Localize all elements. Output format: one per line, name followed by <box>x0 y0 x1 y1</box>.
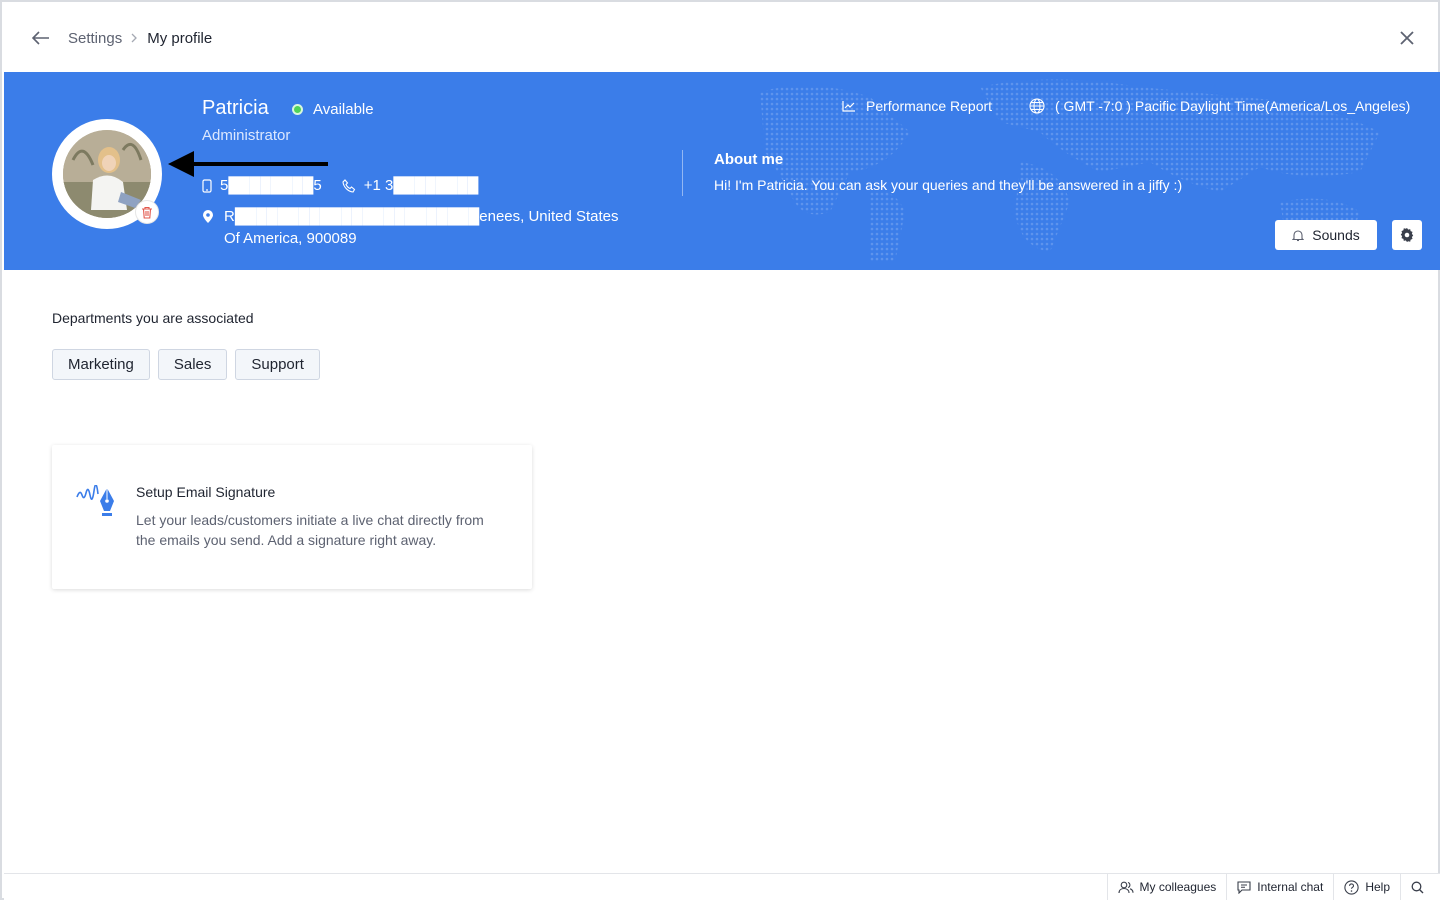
sounds-button[interactable]: Sounds <box>1275 220 1377 250</box>
card-title: Setup Email Signature <box>136 484 276 500</box>
department-chip-support[interactable]: Support <box>235 349 320 380</box>
mobile-value: 5████████5 <box>220 177 322 194</box>
signature-pen-icon <box>76 485 114 516</box>
chat-bubble-icon <box>1237 880 1251 894</box>
mobile-number: 5████████5 <box>202 177 322 194</box>
timezone-selector[interactable]: ( GMT -7:0 ) Pacific Daylight Time(Ameri… <box>1029 98 1410 114</box>
bell-icon <box>1292 229 1305 241</box>
phone-number: +1 3████████ <box>342 177 479 194</box>
contact-row: 5████████5 +1 3████████ <box>202 177 498 194</box>
card-description: Let your leads/customers initiate a live… <box>136 512 484 548</box>
globe-icon <box>1029 98 1045 114</box>
mobile-icon <box>202 178 212 193</box>
departments-list: Marketing Sales Support <box>52 349 328 380</box>
about-title: About me <box>714 151 784 168</box>
search-icon <box>1411 881 1424 893</box>
performance-report-label: Performance Report <box>866 98 993 114</box>
help-button[interactable]: Help <box>1333 874 1400 900</box>
internal-chat-label: Internal chat <box>1257 880 1324 894</box>
app-window: Settings My profile Patricia Available A… <box>0 0 1440 900</box>
search-button[interactable] <box>1400 874 1440 900</box>
breadcrumb-settings[interactable]: Settings <box>68 30 122 47</box>
chart-line-icon <box>842 101 855 112</box>
about-text: Hi! I'm Patricia. You can ask your queri… <box>714 177 1183 193</box>
location-pin-icon <box>203 210 213 223</box>
bottom-bar: My colleagues Internal chat Help <box>4 873 1440 900</box>
help-icon <box>1344 879 1359 895</box>
timezone-label: ( GMT -7:0 ) Pacific Daylight Time(Ameri… <box>1055 98 1411 114</box>
help-label: Help <box>1365 880 1390 894</box>
sounds-label: Sounds <box>1312 227 1360 243</box>
page-title: My profile <box>147 29 213 47</box>
phone-icon <box>342 178 355 193</box>
address: R███████████████████████enees, United St… <box>202 206 624 250</box>
back-arrow-icon[interactable] <box>30 27 52 49</box>
status-dot-icon <box>292 104 303 115</box>
my-colleagues-label: My colleagues <box>1139 880 1217 894</box>
performance-report-link[interactable]: Performance Report <box>842 98 992 114</box>
settings-gear-button[interactable] <box>1392 220 1422 250</box>
department-chip-marketing[interactable]: Marketing <box>52 349 150 380</box>
delete-photo-icon[interactable] <box>135 200 159 224</box>
status-label: Available <box>313 101 374 118</box>
address-value: R███████████████████████enees, United St… <box>224 208 619 247</box>
status-indicator[interactable]: Available <box>292 101 374 118</box>
top-bar: Settings My profile <box>4 4 1440 72</box>
profile-banner: Patricia Available Administrator 5██████… <box>4 72 1440 270</box>
chevron-right-icon <box>131 33 138 43</box>
my-colleagues-button[interactable]: My colleagues <box>1106 874 1227 900</box>
email-signature-card[interactable]: Setup Email Signature Let your leads/cus… <box>52 445 532 589</box>
gear-icon <box>1400 228 1414 242</box>
profile-role: Administrator <box>202 127 291 144</box>
close-icon[interactable] <box>1396 27 1418 49</box>
departments-title: Departments you are associated <box>52 310 254 326</box>
colleagues-icon <box>1117 881 1134 893</box>
profile-name: Patricia <box>202 97 269 119</box>
phone-value: +1 3████████ <box>363 177 479 194</box>
department-chip-sales[interactable]: Sales <box>157 349 228 380</box>
divider <box>682 150 683 196</box>
annotation-arrow-icon <box>168 151 328 177</box>
internal-chat-button[interactable]: Internal chat <box>1226 874 1333 900</box>
